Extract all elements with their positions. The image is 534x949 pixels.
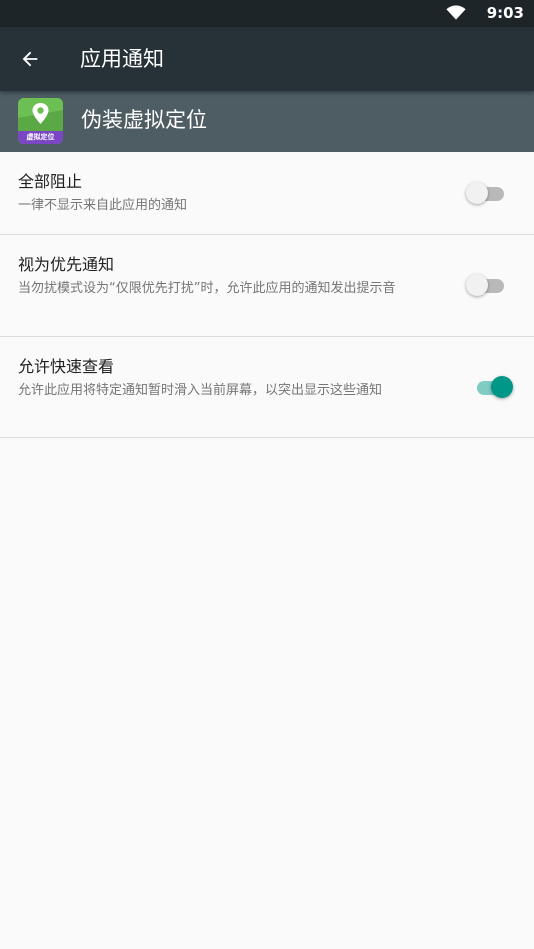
setting-title: 允许快速查看: [18, 357, 115, 376]
setting-title: 视为优先通知: [18, 255, 115, 274]
location-pin-app-icon: 虚拟定位: [18, 98, 63, 144]
status-bar: 9:03: [0, 0, 534, 27]
app-icon-label: 虚拟定位: [26, 133, 55, 141]
app-name: 伪装虚拟定位: [81, 108, 207, 132]
setting-subtitle: 当勿扰模式设为“仅限优先打扰”时，允许此应用的通知发出提示音: [18, 281, 396, 296]
setting-row-block-all[interactable]: 全部阻止 一律不显示来自此应用的通知: [0, 152, 534, 235]
toolbar: 应用通知: [0, 27, 534, 91]
peek-switch[interactable]: [473, 375, 513, 399]
app-header: 虚拟定位 伪装虚拟定位: [0, 91, 534, 152]
back-button[interactable]: [10, 39, 50, 79]
setting-row-priority[interactable]: 视为优先通知 当勿扰模式设为“仅限优先打扰”时，允许此应用的通知发出提示音: [0, 235, 534, 337]
setting-title: 全部阻止: [18, 172, 83, 191]
wifi-icon: [446, 5, 466, 20]
priority-switch[interactable]: [466, 273, 506, 297]
arrow-back-icon: [22, 51, 38, 67]
page-title: 应用通知: [80, 47, 164, 71]
setting-row-peek[interactable]: 允许快速查看 允许此应用将特定通知暂时滑入当前屏幕，以突出显示这些通知: [0, 337, 534, 438]
status-time: 9:03: [486, 4, 524, 22]
block-all-switch[interactable]: [466, 181, 506, 205]
setting-subtitle: 允许此应用将特定通知暂时滑入当前屏幕，以突出显示这些通知: [18, 383, 383, 398]
setting-subtitle: 一律不显示来自此应用的通知: [18, 198, 188, 213]
